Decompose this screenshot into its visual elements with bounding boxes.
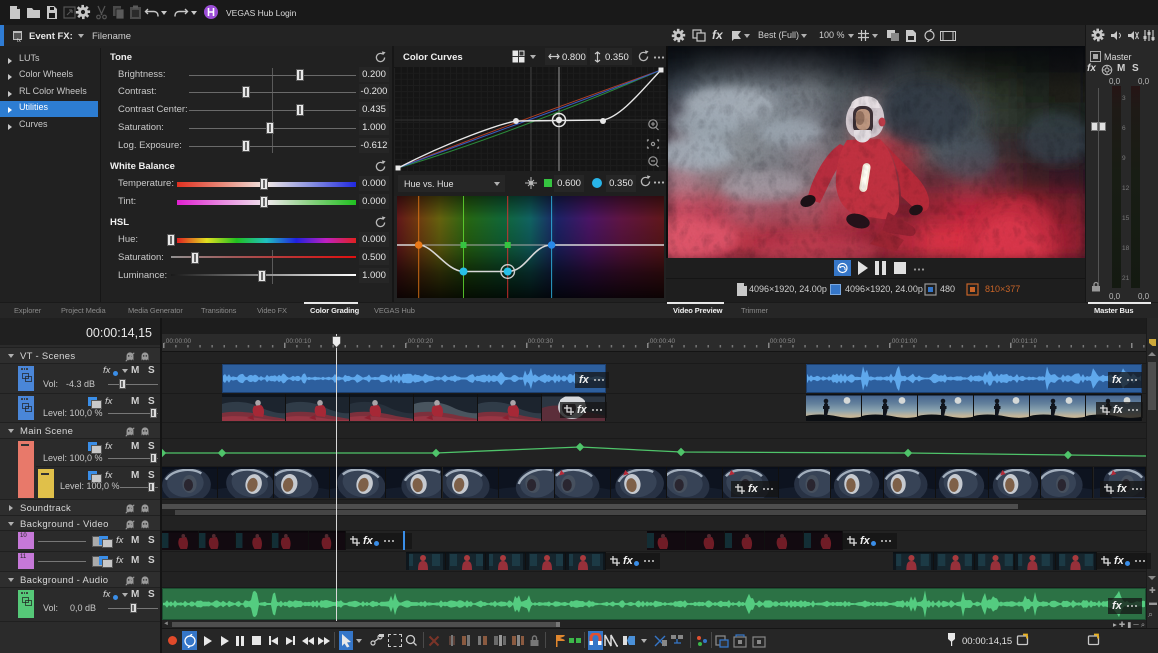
svg-text:fx: fx bbox=[17, 38, 21, 43]
